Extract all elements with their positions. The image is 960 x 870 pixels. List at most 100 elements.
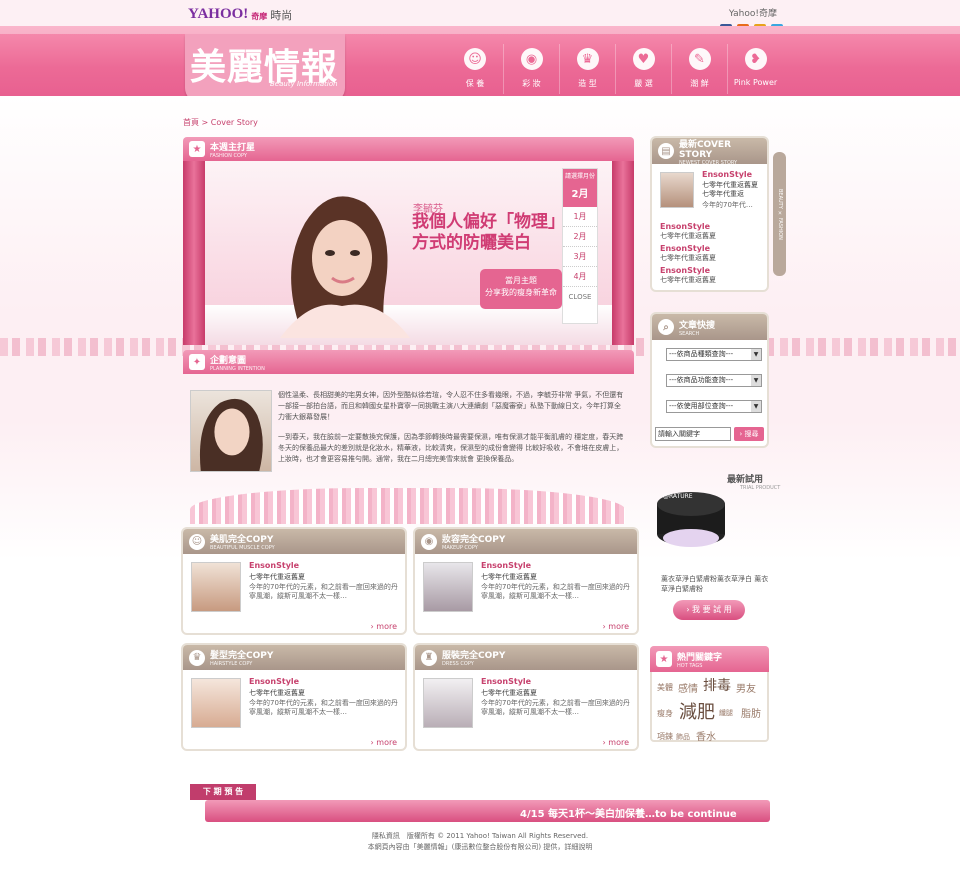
card-more-link[interactable]: › more <box>603 738 629 747</box>
tag-link[interactable]: 飾品 <box>676 732 690 742</box>
body-part-select[interactable]: ---依使用部位查詢--- <box>666 400 762 413</box>
search-button[interactable]: › 搜尋 <box>734 427 764 441</box>
copyright-line: 隱私資訊 版權所有 © 2011 Yahoo! Taiwan All Right… <box>371 832 589 840</box>
card-author[interactable]: EnsonStyle <box>481 561 531 570</box>
search-subtitle: SEARCH <box>679 330 700 337</box>
month-option[interactable]: 3月 <box>563 247 597 267</box>
copy-card-dress[interactable]: ♜ 服裝完全COPY DRESS COPY EnsonStyle 七零年代重返舊夏 … <box>413 643 639 751</box>
item-subtitle: 七零年代重返舊夏 <box>660 254 716 262</box>
card-author[interactable]: EnsonStyle <box>249 677 299 686</box>
item-subtitle: 七零年代重返舊夏 <box>660 276 716 284</box>
right-curtain <box>612 161 634 345</box>
product-category-select[interactable]: ---依商品種類查詢--- <box>666 348 762 361</box>
cover-story-header: ▤ 最新COVER STORY NEWEST COVER STORY <box>652 138 767 166</box>
item-author: EnsonStyle <box>660 244 711 253</box>
cover-story-item[interactable]: EnsonStyle 七零年代重返舊夏 <box>660 244 716 263</box>
top-bar <box>0 0 960 26</box>
product-function-select[interactable]: ---依商品功能查詢--- <box>666 374 762 387</box>
card-author[interactable]: EnsonStyle <box>249 561 299 570</box>
card-photo[interactable] <box>423 678 473 728</box>
hair-icon: ♛ <box>189 649 205 666</box>
card-description: 今年的70年代的元素，和之前看一度回來過的丹寧風潮，縱斯可風潮不太一樣… <box>249 699 398 716</box>
tag-link[interactable]: 脂肪 <box>741 705 761 720</box>
month-option[interactable]: 4月 <box>563 267 597 287</box>
cover-story-item[interactable]: EnsonStyle 七零年代重返舊夏 <box>660 266 716 285</box>
card-author[interactable]: EnsonStyle <box>481 677 531 686</box>
star-icon: ★ <box>189 141 205 157</box>
card-title: 服裝完全COPY <box>442 651 506 661</box>
month-close-button[interactable]: CLOSE <box>563 293 597 301</box>
item-author: EnsonStyle <box>660 266 711 275</box>
nav-trend[interactable]: ✎ 潮 鮮 <box>671 44 727 94</box>
source-line: 本網頁內容由「美麗情報」(康迅數位整合股份有限公司) 提供，詳細說明 <box>367 843 593 851</box>
hot-tags-title: 熱門關鍵字 <box>677 652 723 663</box>
nav-label: 保 養 <box>465 79 485 88</box>
tag-link[interactable]: 纖腿 <box>719 708 733 718</box>
card-title: 妝容完全COPY <box>442 535 506 545</box>
tag-link[interactable]: 感情 <box>678 680 698 695</box>
cover-story-photo[interactable] <box>660 172 694 208</box>
next-issue-label: 下 期 預 告 <box>190 784 256 800</box>
nav-makeup[interactable]: ◉ 彩 妝 <box>503 44 559 94</box>
tag-link[interactable]: 男友 <box>736 680 756 695</box>
tag-link[interactable]: 美體 <box>657 682 673 693</box>
month-selector: 請選擇月份 2月 1月 2月 3月 4月 CLOSE <box>562 168 598 324</box>
monthly-theme-badge[interactable]: 當月主題 分享我的瘦身新革命 <box>480 269 562 309</box>
tag-link[interactable]: 香水 <box>696 728 716 743</box>
card-subtitle-text: 七零年代重返舊夏 <box>249 689 305 697</box>
face-icon: ☺ <box>464 48 486 70</box>
footer: 隱私資訊 版權所有 © 2011 Yahoo! Taiwan All Right… <box>0 831 960 853</box>
card-more-link[interactable]: › more <box>371 738 397 747</box>
keyword-search-input[interactable]: 請輸入關鍵字 <box>655 427 731 441</box>
nav-label: 嚴 選 <box>634 79 653 88</box>
tag-link[interactable]: 瘦身 <box>657 708 673 719</box>
tag-link[interactable]: 減肥 <box>679 698 715 724</box>
trial-title: 最新試用 <box>727 475 764 485</box>
feature-header: ★ 本週主打星 FASHION COPY <box>183 137 634 161</box>
breadcrumb[interactable]: 首頁 > Cover Story <box>183 117 258 128</box>
cover-story-item[interactable]: EnsonStyle 七零年代重返舊夏 <box>660 222 716 241</box>
nav-label: 彩 妝 <box>522 79 541 88</box>
compact-icon: ◉ <box>421 533 437 550</box>
star-icon: ★ <box>656 651 672 667</box>
intention-paragraph: 一到春天，我在臉前一定要散換究保護，因為季節轉換時最需要保濕，唯有保濕才能平衡肌… <box>278 433 624 463</box>
yahoo-logo[interactable]: YAHOO! 奇摩 時尚 <box>188 0 292 23</box>
next-issue-text[interactable]: 4/15 每天1杯～美白加保養…to be continue <box>520 805 737 820</box>
nav-skincare[interactable]: ☺ 保 養 <box>447 44 503 94</box>
card-more-link[interactable]: › more <box>603 622 629 631</box>
feature-headline[interactable]: 我個人偏好「物理」方式的防曬美白 <box>412 212 562 254</box>
badge-text: 分享我的瘦身新革命 <box>485 288 557 297</box>
left-curtain <box>183 161 205 345</box>
month-option[interactable]: 1月 <box>563 207 597 227</box>
copy-card-hair[interactable]: ♛ 髮型完全COPY HAIRSTYLE COPY EnsonStyle 七零年代重… <box>181 643 407 751</box>
tag-link[interactable]: 項鍊 <box>657 731 673 742</box>
yahoo-home-link[interactable]: Yahoo!奇摩 <box>729 6 777 19</box>
intention-header: ✦ 企劃意圖 PLANNING INTENTION <box>183 350 634 374</box>
trial-product-image[interactable]: @RATURE <box>653 478 729 548</box>
card-description: 今年的70年代的元素，和之前看一度回來過的丹寧風潮，縱斯可風潮不太一樣… <box>481 699 630 716</box>
nav-style[interactable]: ♛ 造 型 <box>559 44 615 94</box>
lips-icon: ❥ <box>744 48 767 70</box>
card-photo[interactable] <box>191 678 241 728</box>
request-trial-button[interactable]: › 我 要 試 用 <box>673 600 745 620</box>
cover-model-photo[interactable] <box>270 178 410 338</box>
nav-pink-power[interactable]: ❥ Pink Power <box>727 44 783 94</box>
header-sheen <box>0 26 960 34</box>
card-photo[interactable] <box>423 562 473 612</box>
card-photo[interactable] <box>191 562 241 612</box>
main-nav: ☺ 保 養 ◉ 彩 妝 ♛ 造 型 ♥ 嚴 選 ✎ 潮 鮮 ❥ Pink Power <box>447 44 783 94</box>
copy-card-makeup[interactable]: ◉ 妝容完全COPY MAKEUP COPY EnsonStyle 七零年代重返舊夏… <box>413 527 639 635</box>
card-more-link[interactable]: › more <box>371 622 397 631</box>
cover-story-author[interactable]: EnsonStyle <box>702 170 752 179</box>
yahoo-wordmark: YAHOO! <box>188 6 249 22</box>
hot-tags-header: ★ 熱門關鍵字 HOT TAGS <box>650 646 769 672</box>
magnifier-icon: ⌕ <box>658 319 674 335</box>
copy-card-skin[interactable]: ☺ 美肌完全COPY BEAUTIFUL MUSCLE COPY EnsonStyl… <box>181 527 407 635</box>
card-description: 今年的70年代的元素，和之前看一度回來過的丹寧風潮，縱斯可風潮不太一樣… <box>481 583 630 600</box>
hot-tags-subtitle: HOT TAGS <box>677 662 703 669</box>
card-subtitle-text: 七零年代重返舊夏 <box>249 573 305 581</box>
nav-select[interactable]: ♥ 嚴 選 <box>615 44 671 94</box>
month-option[interactable]: 2月 <box>563 227 597 247</box>
tag-link[interactable]: 排毒 <box>703 675 731 695</box>
crowd-silhouette-decoration <box>190 488 625 524</box>
